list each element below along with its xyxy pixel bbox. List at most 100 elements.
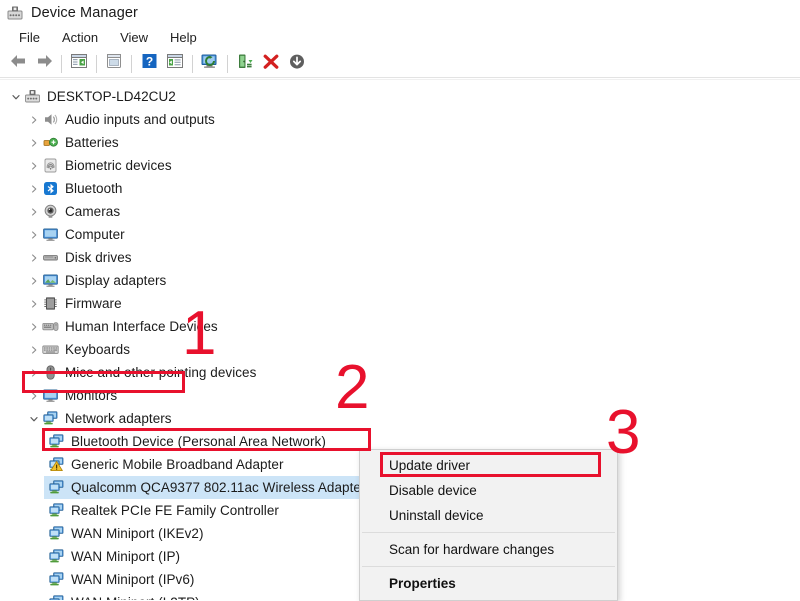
svg-text:?: ? [145,54,152,68]
network-adapter-icon [48,594,65,600]
tree-item-disk-drives[interactable]: Disk drives [0,246,800,269]
menu-action[interactable]: Action [51,28,109,48]
toolbar-separator [96,55,97,73]
monitor-icon [42,226,59,243]
tree-item-label: Keyboards [65,342,130,357]
chevron-right-icon[interactable] [26,273,42,289]
firmware-icon [42,295,59,312]
tree-item-network-adapters[interactable]: Network adapters [0,407,800,430]
uninstall-device-icon [262,53,280,75]
bluetooth-icon [42,180,59,197]
context-menu[interactable]: Update driver Disable device Uninstall d… [359,449,618,601]
toolbar: ? [0,50,800,78]
show-hide-console-tree-button[interactable] [66,52,92,76]
tree-item-label: Realtek PCIe FE Family Controller [71,503,279,518]
network-adapter-icon [48,571,65,588]
ctx-disable-device[interactable]: Disable device [360,478,617,503]
tree-item-label: DESKTOP-LD42CU2 [47,89,176,104]
tree-item-label: Computer [65,227,125,242]
tree-item-label: Generic Mobile Broadband Adapter [71,457,283,472]
tree-item-label: Qualcomm QCA9377 802.11ac Wireless Adapt… [71,480,366,495]
update-driver-button[interactable] [232,52,258,76]
title-bar: Device Manager [0,0,800,26]
tree-item-label: WAN Miniport (IP) [71,549,180,564]
mouse-icon [42,364,59,381]
device-manager-window: Device Manager File Action View Help [0,0,800,600]
chevron-right-icon[interactable] [26,250,42,266]
device-manager-icon [6,4,24,22]
tree-item-label: Human Interface Devices [65,319,218,334]
chevron-right-icon[interactable] [26,296,42,312]
action-menu-button[interactable] [162,52,188,76]
tree-item-cameras[interactable]: Cameras [0,200,800,223]
chevron-right-icon[interactable] [26,319,42,335]
tree-item-label: Batteries [65,135,119,150]
menu-bar: File Action View Help [0,26,800,50]
chevron-right-icon[interactable] [26,227,42,243]
network-adapter-icon [48,525,65,542]
chevron-right-icon[interactable] [26,365,42,381]
tree-item-mice-and-other-pointing-devices[interactable]: Mice and other pointing devices [0,361,800,384]
tree-item-label: Display adapters [65,273,166,288]
chevron-right-icon[interactable] [26,342,42,358]
ctx-properties[interactable]: Properties [360,571,617,596]
help-button[interactable]: ? [136,52,162,76]
forward-icon [35,53,54,74]
tree-item-keyboards[interactable]: Keyboards [0,338,800,361]
chevron-right-icon[interactable] [26,158,42,174]
disable-device-button[interactable] [284,52,310,76]
toolbar-separator [227,55,228,73]
tree-item-label: Disk drives [65,250,132,265]
tree-item-label: Audio inputs and outputs [65,112,215,127]
tree-item-display-adapters[interactable]: Display adapters [0,269,800,292]
hid-icon [42,318,59,335]
tree-item-batteries[interactable]: Batteries [0,131,800,154]
network-adapter-icon [42,410,59,427]
forward-button[interactable] [31,52,57,76]
tree-item-firmware[interactable]: Firmware [0,292,800,315]
disk-drive-icon [42,249,59,266]
show-hide-console-tree-icon [70,53,88,74]
ctx-update-driver[interactable]: Update driver [360,453,617,478]
network-adapter-icon [48,548,65,565]
help-icon: ? [141,53,158,74]
chevron-down-icon[interactable] [26,411,42,427]
chevron-right-icon[interactable] [26,112,42,128]
tree-item-audio-inputs-and-outputs[interactable]: Audio inputs and outputs [0,108,800,131]
action-menu-icon [166,53,184,74]
network-adapter-icon [48,433,65,450]
context-menu-separator [362,566,615,567]
tree-item-label: Bluetooth Device (Personal Area Network) [71,434,326,449]
chevron-down-icon[interactable] [8,89,24,105]
context-menu-separator [362,532,615,533]
ctx-scan-for-hardware-changes[interactable]: Scan for hardware changes [360,537,617,562]
back-button[interactable] [5,52,31,76]
ctx-uninstall-device[interactable]: Uninstall device [360,503,617,528]
tree-item-label: Biometric devices [65,158,172,173]
tree-item-label: WAN Miniport (L2TP) [71,595,200,600]
tree-item-computer[interactable]: Computer [0,223,800,246]
tree-item-biometric-devices[interactable]: Biometric devices [0,154,800,177]
toolbar-separator [61,55,62,73]
properties-button[interactable] [101,52,127,76]
display-adapter-icon [42,272,59,289]
uninstall-device-button[interactable] [258,52,284,76]
menu-help[interactable]: Help [159,28,208,48]
network-adapter-warning-icon [48,456,65,473]
tree-item-bluetooth[interactable]: Bluetooth [0,177,800,200]
tree-item-label: Bluetooth [65,181,123,196]
chevron-right-icon[interactable] [26,135,42,151]
tree-item-human-interface-devices[interactable]: Human Interface Devices [0,315,800,338]
tree-item-root[interactable]: DESKTOP-LD42CU2 [0,85,800,108]
scan-for-hardware-changes-button[interactable] [197,52,223,76]
scan-for-hardware-changes-icon [200,53,220,75]
tree-item-monitors[interactable]: Monitors [0,384,800,407]
tree-item-label: Network adapters [65,411,172,426]
chevron-right-icon[interactable] [26,388,42,404]
computer-root-icon [24,88,41,105]
chevron-right-icon[interactable] [26,181,42,197]
toolbar-separator [192,55,193,73]
menu-view[interactable]: View [109,28,159,48]
chevron-right-icon[interactable] [26,204,42,220]
menu-file[interactable]: File [8,28,51,48]
